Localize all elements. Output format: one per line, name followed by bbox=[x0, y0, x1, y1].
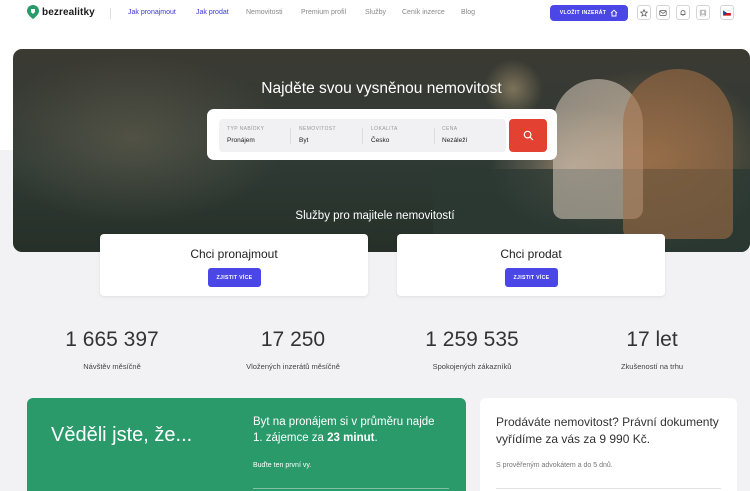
nav-premium-profil[interactable]: Premium profil bbox=[301, 9, 346, 16]
location-value: Česko bbox=[371, 137, 390, 144]
stat-listings: 17 250 Vložených inzerátů měsíčně bbox=[203, 328, 383, 371]
divider bbox=[253, 488, 449, 489]
nav-jak-prodat[interactable]: Jak prodat bbox=[196, 9, 229, 16]
stat-value: 17 let bbox=[626, 328, 678, 351]
field-divider bbox=[434, 128, 435, 144]
did-you-know-heading: Věděli jste, že... bbox=[51, 424, 193, 446]
mail-icon bbox=[659, 9, 667, 16]
rent-learn-more-button[interactable]: ZJISTIT VÍCE bbox=[208, 268, 261, 287]
search-button[interactable] bbox=[509, 119, 547, 152]
add-listing-button[interactable]: VLOŽIT INZERÁT bbox=[550, 5, 628, 21]
stat-label: Návštěv měsíčně bbox=[83, 362, 141, 371]
logo-icon bbox=[27, 5, 39, 19]
logo-text: bezrealitky bbox=[42, 6, 95, 18]
legal-docs-card: Prodáváte nemovitost? Právní dokumenty v… bbox=[480, 398, 737, 491]
price-select[interactable]: CENA Nezáleží bbox=[442, 126, 467, 144]
did-you-know-sub: Buďte ten první vy. bbox=[253, 462, 312, 469]
offer-type-value: Pronájem bbox=[227, 137, 255, 144]
card-sell-title: Chci prodat bbox=[500, 247, 562, 261]
price-value: Nezáleží bbox=[442, 137, 468, 144]
search-fields: TYP NABÍDKY Pronájem NEMOVITOST Byt LOKA… bbox=[219, 119, 506, 152]
stat-label: Zkušeností na trhu bbox=[620, 362, 684, 371]
sell-learn-more-button[interactable]: ZJISTIT VÍCE bbox=[505, 268, 558, 287]
stat-label: Spokojených zákazníků bbox=[432, 362, 512, 371]
did-you-know-text-end: . bbox=[374, 432, 378, 444]
house-plus-icon bbox=[610, 9, 618, 17]
stat-visits: 1 665 397 Návštěv měsíčně bbox=[22, 328, 202, 371]
card-rent: Chci pronajmout ZJISTIT VÍCE bbox=[100, 234, 368, 296]
property-value: Byt bbox=[299, 137, 309, 144]
price-label: CENA bbox=[442, 126, 458, 132]
property-label: NEMOVITOST bbox=[299, 126, 336, 132]
stat-value: 17 250 bbox=[260, 328, 326, 351]
nav-cenik-inzerce[interactable]: Ceník inzerce bbox=[402, 9, 445, 16]
nav-divider bbox=[110, 8, 111, 19]
stat-experience: 17 let Zkušeností na trhu bbox=[562, 328, 742, 371]
services-title: Služby pro majitele nemovitostí bbox=[295, 210, 455, 222]
stat-label: Vložených inzerátů měsíčně bbox=[246, 362, 340, 371]
legal-docs-sub: S prověřeným advokátem a do 5 dnů. bbox=[496, 462, 613, 469]
offer-type-select[interactable]: TYP NABÍDKY Pronájem bbox=[227, 126, 264, 144]
nav-blog[interactable]: Blog bbox=[461, 9, 475, 16]
offer-type-label: TYP NABÍDKY bbox=[227, 126, 265, 132]
stat-value: 1 665 397 bbox=[65, 328, 159, 351]
divider bbox=[496, 488, 721, 489]
location-label: LOKALITA bbox=[371, 126, 398, 132]
field-divider bbox=[290, 128, 291, 144]
card-rent-title: Chci pronajmout bbox=[190, 247, 278, 261]
did-you-know-text: Byt na pronájem si v průměru najde 1. zá… bbox=[253, 414, 443, 446]
cz-flag-icon bbox=[723, 9, 731, 16]
did-you-know-highlight: 23 minut bbox=[327, 432, 375, 444]
hero-title: Najděte svou vysněnou nemovitost bbox=[261, 80, 502, 97]
bell-icon bbox=[680, 9, 686, 16]
favorites-button[interactable] bbox=[637, 5, 651, 20]
search-icon bbox=[523, 130, 533, 141]
property-select[interactable]: NEMOVITOST Byt bbox=[299, 126, 336, 144]
language-button[interactable] bbox=[720, 5, 734, 20]
search-box: TYP NABÍDKY Pronájem NEMOVITOST Byt LOKA… bbox=[207, 109, 557, 160]
field-divider bbox=[362, 128, 363, 144]
location-select[interactable]: LOKALITA Česko bbox=[371, 126, 398, 144]
card-sell: Chci prodat ZJISTIT VÍCE bbox=[397, 234, 665, 296]
stat-value: 1 259 535 bbox=[425, 328, 519, 351]
stat-customers: 1 259 535 Spokojených zákazníků bbox=[382, 328, 562, 371]
account-button[interactable] bbox=[696, 5, 710, 20]
messages-button[interactable] bbox=[656, 5, 670, 20]
nav-jak-pronajmout[interactable]: Jak pronajmout bbox=[128, 9, 176, 16]
top-header: bezrealitky Jak pronajmout Jak prodat Ne… bbox=[0, 0, 750, 27]
did-you-know-card: Věděli jste, že... Byt na pronájem si v … bbox=[27, 398, 466, 491]
user-icon bbox=[699, 9, 707, 16]
notifications-button[interactable] bbox=[676, 5, 690, 20]
nav-nemovitosti[interactable]: Nemovitosti bbox=[246, 9, 283, 16]
legal-docs-heading: Prodáváte nemovitost? Právní dokumenty v… bbox=[496, 415, 719, 446]
logo[interactable]: bezrealitky bbox=[27, 5, 95, 19]
star-icon bbox=[640, 8, 648, 17]
nav-sluzby[interactable]: Služby bbox=[365, 9, 386, 16]
add-listing-label: VLOŽIT INZERÁT bbox=[559, 10, 607, 16]
